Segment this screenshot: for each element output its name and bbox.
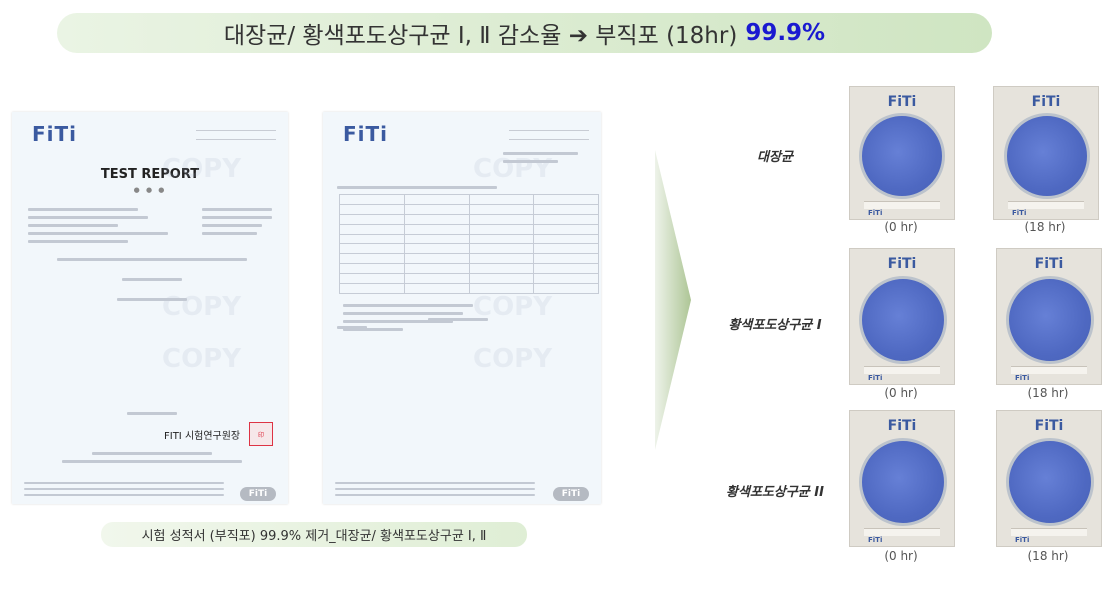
results-table: [339, 194, 599, 294]
petri-plate: [859, 113, 945, 199]
petri-plate: [859, 438, 947, 526]
report-title: TEST REPORT: [100, 167, 200, 182]
culture-dish-ecoli-18hr: FiTi FiTi: [993, 86, 1099, 220]
time-label: (18 hr): [1024, 220, 1066, 234]
dish-label: [864, 528, 940, 536]
fiti-logo: FiTi: [1034, 256, 1064, 272]
watermark: COPY: [473, 154, 553, 184]
dish-footer-logo: FiTi: [868, 209, 883, 217]
watermark: COPY: [162, 344, 242, 374]
headline-banner: 대장균/ 황색포도상구균 Ⅰ, Ⅱ 감소율 ➔ 부직포 (18hr) 99.9%: [57, 13, 992, 53]
dish-footer-logo: FiTi: [868, 374, 883, 382]
time-label: (18 hr): [1027, 549, 1069, 563]
signature-line: FITI 시험연구원장: [164, 431, 241, 442]
fiti-logo: FiTi: [1034, 418, 1064, 434]
headline-percentage: 99.9%: [745, 20, 826, 46]
page-indicator: ● ● ●: [133, 186, 167, 194]
test-report-page-1: FiTi TEST REPORT ● ● ● COPY COPY COPY FI…: [12, 112, 288, 504]
time-label: (0 hr): [884, 549, 918, 563]
watermark: COPY: [162, 292, 242, 322]
watermark: COPY: [473, 344, 553, 374]
culture-dish-staph1-18hr: FiTi FiTi: [996, 248, 1102, 385]
footer-logo: FiTi: [553, 487, 589, 501]
petri-plate: [1006, 276, 1094, 364]
test-report-page-2: FiTi COPY COPY COPY FiTi: [323, 112, 601, 504]
petri-plate: [859, 276, 947, 364]
fiti-logo: FiTi: [887, 256, 917, 272]
culture-dish-staph2-18hr: FiTi FiTi: [996, 410, 1102, 547]
dish-footer-logo: FiTi: [868, 536, 883, 544]
dish-footer-logo: FiTi: [1015, 374, 1030, 382]
row-label-staph-1: 황색포도상구균 I: [728, 318, 822, 333]
dish-footer-logo: FiTi: [1015, 536, 1030, 544]
footer-logo: FiTi: [240, 487, 276, 501]
fiti-logo: FiTi: [887, 418, 917, 434]
culture-dish-staph2-0hr: FiTi FiTi: [849, 410, 955, 547]
petri-plate: [1006, 438, 1094, 526]
watermark: COPY: [162, 154, 242, 184]
dish-label: [864, 201, 940, 209]
petri-plate: [1004, 113, 1090, 199]
culture-dish-ecoli-0hr: FiTi FiTi: [849, 86, 955, 220]
fiti-logo: FiTi: [1031, 94, 1061, 110]
row-label-staph-2: 황색포도상구균 II: [726, 485, 824, 500]
dish-label: [1011, 366, 1087, 374]
dish-footer-logo: FiTi: [1012, 209, 1027, 217]
official-stamp: 印: [249, 422, 273, 446]
time-label: (0 hr): [884, 386, 918, 400]
fiti-logo: FiTi: [32, 122, 78, 146]
fiti-logo: FiTi: [343, 122, 389, 146]
header-info: [196, 130, 276, 140]
dish-label: [864, 366, 940, 374]
culture-dish-staph1-0hr: FiTi FiTi: [849, 248, 955, 385]
dish-label: [1011, 528, 1087, 536]
dish-label: [1008, 201, 1084, 209]
headline-text: 대장균/ 황색포도상구균 Ⅰ, Ⅱ 감소율 ➔ 부직포 (18hr): [223, 23, 738, 49]
header-info: [509, 130, 589, 140]
time-label: (0 hr): [884, 220, 918, 234]
report-caption: 시험 성적서 (부직포) 99.9% 제거_대장균/ 황색포도상구균 Ⅰ, Ⅱ: [101, 522, 527, 547]
fiti-logo: FiTi: [887, 94, 917, 110]
time-label: (18 hr): [1027, 386, 1069, 400]
row-label-ecoli: 대장균: [757, 150, 793, 165]
